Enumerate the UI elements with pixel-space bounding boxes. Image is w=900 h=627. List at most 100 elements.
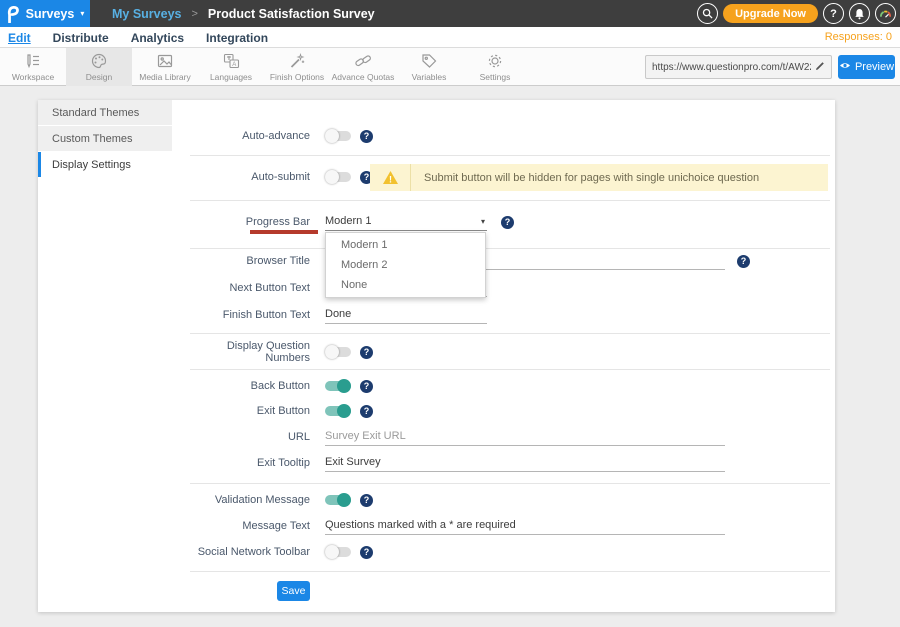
dropdown-option-none[interactable]: None xyxy=(326,275,485,295)
progress-bar-help-icon[interactable]: ? xyxy=(501,216,514,229)
divider xyxy=(190,333,830,334)
display-question-numbers-label: Display Question Numbers xyxy=(180,340,310,364)
toolbar-tab-workspace[interactable]: Workspace xyxy=(0,48,66,86)
exit-url-input[interactable] xyxy=(325,428,725,446)
auto-submit-row: Auto-submit ? xyxy=(180,167,373,187)
display-settings-panel: Standard Themes Custom Themes Display Se… xyxy=(38,100,835,612)
display-question-numbers-help-icon[interactable]: ? xyxy=(360,346,373,359)
social-network-toolbar-label: Social Network Toolbar xyxy=(180,546,310,558)
top-actions: Upgrade Now ? xyxy=(697,3,896,24)
chevron-down-icon: ▾ xyxy=(80,9,84,18)
validation-message-help-icon[interactable]: ? xyxy=(360,494,373,507)
eye-icon xyxy=(839,61,851,73)
auto-advance-help-icon[interactable]: ? xyxy=(360,130,373,143)
edit-url-pencil-icon[interactable] xyxy=(815,58,825,76)
back-button-label: Back Button xyxy=(180,380,310,392)
media-library-icon xyxy=(156,52,174,70)
warning-text: Submit button will be hidden for pages w… xyxy=(424,172,759,184)
toolbar-tab-label: Settings xyxy=(480,72,511,82)
toolbar-tab-advance-quotas[interactable]: Advance Quotas xyxy=(330,48,396,86)
divider xyxy=(190,483,830,484)
toolbar-tab-languages[interactable]: A Languages xyxy=(198,48,264,86)
questionpro-logo-icon xyxy=(6,5,20,23)
preview-button[interactable]: Preview xyxy=(838,55,895,79)
auto-advance-row: Auto-advance ? xyxy=(180,126,373,146)
usage-gauge-icon[interactable] xyxy=(875,3,896,24)
auto-advance-toggle[interactable] xyxy=(325,131,351,141)
sidebar-item-custom-themes[interactable]: Custom Themes xyxy=(38,126,172,151)
exit-tooltip-row: Exit Tooltip xyxy=(180,453,725,473)
gear-icon xyxy=(486,52,504,70)
divider xyxy=(190,369,830,370)
tab-analytics[interactable]: Analytics xyxy=(131,30,184,45)
dropdown-option-modern-1[interactable]: Modern 1 xyxy=(326,235,485,255)
red-underline-annotation xyxy=(250,230,318,234)
display-question-numbers-row: Display Question Numbers ? xyxy=(180,342,373,362)
toolbar-tab-label: Advance Quotas xyxy=(332,72,395,82)
progress-bar-selected-value: Modern 1 xyxy=(325,215,371,227)
progress-bar-label: Progress Bar xyxy=(180,216,310,228)
toolbar-tab-label: Finish Options xyxy=(270,72,324,82)
design-palette-icon xyxy=(90,52,108,70)
breadcrumb-my-surveys[interactable]: My Surveys xyxy=(112,7,181,21)
toolbar-tab-settings[interactable]: Settings xyxy=(462,48,528,86)
upgrade-now-button[interactable]: Upgrade Now xyxy=(723,4,818,23)
toolbar-tab-media-library[interactable]: Media Library xyxy=(132,48,198,86)
exit-button-row: Exit Button ? xyxy=(180,401,373,421)
divider xyxy=(190,200,830,201)
divider xyxy=(190,155,830,156)
social-network-toolbar-help-icon[interactable]: ? xyxy=(360,546,373,559)
help-icon[interactable]: ? xyxy=(823,3,844,24)
breadcrumb-separator: > xyxy=(191,8,197,20)
responses-count[interactable]: Responses: 0 xyxy=(825,31,892,43)
message-text-label: Message Text xyxy=(180,520,310,532)
tab-distribute[interactable]: Distribute xyxy=(53,30,109,45)
exit-tooltip-input[interactable] xyxy=(325,454,725,472)
toolbar-tab-finish-options[interactable]: Finish Options xyxy=(264,48,330,86)
finish-button-text-input[interactable] xyxy=(325,306,487,324)
validation-message-toggle[interactable] xyxy=(325,495,351,505)
surveys-product-menu[interactable]: Surveys ▾ xyxy=(0,0,90,27)
progress-bar-row: Progress Bar Modern 1 ▾ ? xyxy=(180,212,514,232)
message-text-input[interactable] xyxy=(325,517,725,535)
dropdown-option-modern-2[interactable]: Modern 2 xyxy=(326,255,485,275)
next-button-text-label: Next Button Text xyxy=(180,282,310,294)
toolbar-tab-variables[interactable]: Variables xyxy=(396,48,462,86)
languages-icon: A xyxy=(222,52,240,70)
back-button-help-icon[interactable]: ? xyxy=(360,380,373,393)
notifications-bell-icon[interactable] xyxy=(849,3,870,24)
survey-nav: Edit Distribute Analytics Integration Re… xyxy=(0,27,900,48)
tab-integration[interactable]: Integration xyxy=(206,30,268,45)
sidebar-item-display-settings[interactable]: Display Settings xyxy=(38,152,172,177)
browser-title-label: Browser Title xyxy=(180,255,310,267)
social-network-toolbar-toggle[interactable] xyxy=(325,547,351,557)
auto-submit-toggle[interactable] xyxy=(325,172,351,182)
toolbar-tab-label: Variables xyxy=(412,72,447,82)
chevron-down-icon: ▾ xyxy=(481,217,485,226)
toolbar-tab-design[interactable]: Design xyxy=(66,48,132,86)
top-bar: Surveys ▾ My Surveys > Product Satisfact… xyxy=(0,0,900,27)
auto-advance-label: Auto-advance xyxy=(180,130,310,142)
back-button-toggle[interactable] xyxy=(325,381,351,391)
finish-button-text-row: Finish Button Text xyxy=(180,305,487,325)
browser-title-help-icon[interactable]: ? xyxy=(737,255,750,268)
tag-icon xyxy=(420,52,438,70)
progress-bar-select[interactable]: Modern 1 ▾ xyxy=(325,213,487,231)
save-button[interactable]: Save xyxy=(277,581,310,601)
chain-links-icon xyxy=(354,52,372,70)
toolbar-tab-label: Design xyxy=(86,72,112,82)
tab-edit[interactable]: Edit xyxy=(8,30,31,45)
exit-button-help-icon[interactable]: ? xyxy=(360,405,373,418)
design-toolbar: Workspace Design Media Library A Languag… xyxy=(0,48,900,86)
sidebar-item-standard-themes[interactable]: Standard Themes xyxy=(38,100,172,125)
survey-url-field[interactable]: https://www.questionpro.com/t/AW22Zh44 xyxy=(645,55,832,79)
survey-url-text: https://www.questionpro.com/t/AW22Zh44 xyxy=(652,62,811,73)
search-icon[interactable] xyxy=(697,3,718,24)
exit-url-label: URL xyxy=(180,431,310,443)
display-question-numbers-toggle[interactable] xyxy=(325,347,351,357)
toolbar-tab-label: Media Library xyxy=(139,72,191,82)
product-label: Surveys xyxy=(26,7,75,21)
back-button-row: Back Button ? xyxy=(180,376,373,396)
workspace-icon xyxy=(24,52,42,70)
exit-button-toggle[interactable] xyxy=(325,406,351,416)
